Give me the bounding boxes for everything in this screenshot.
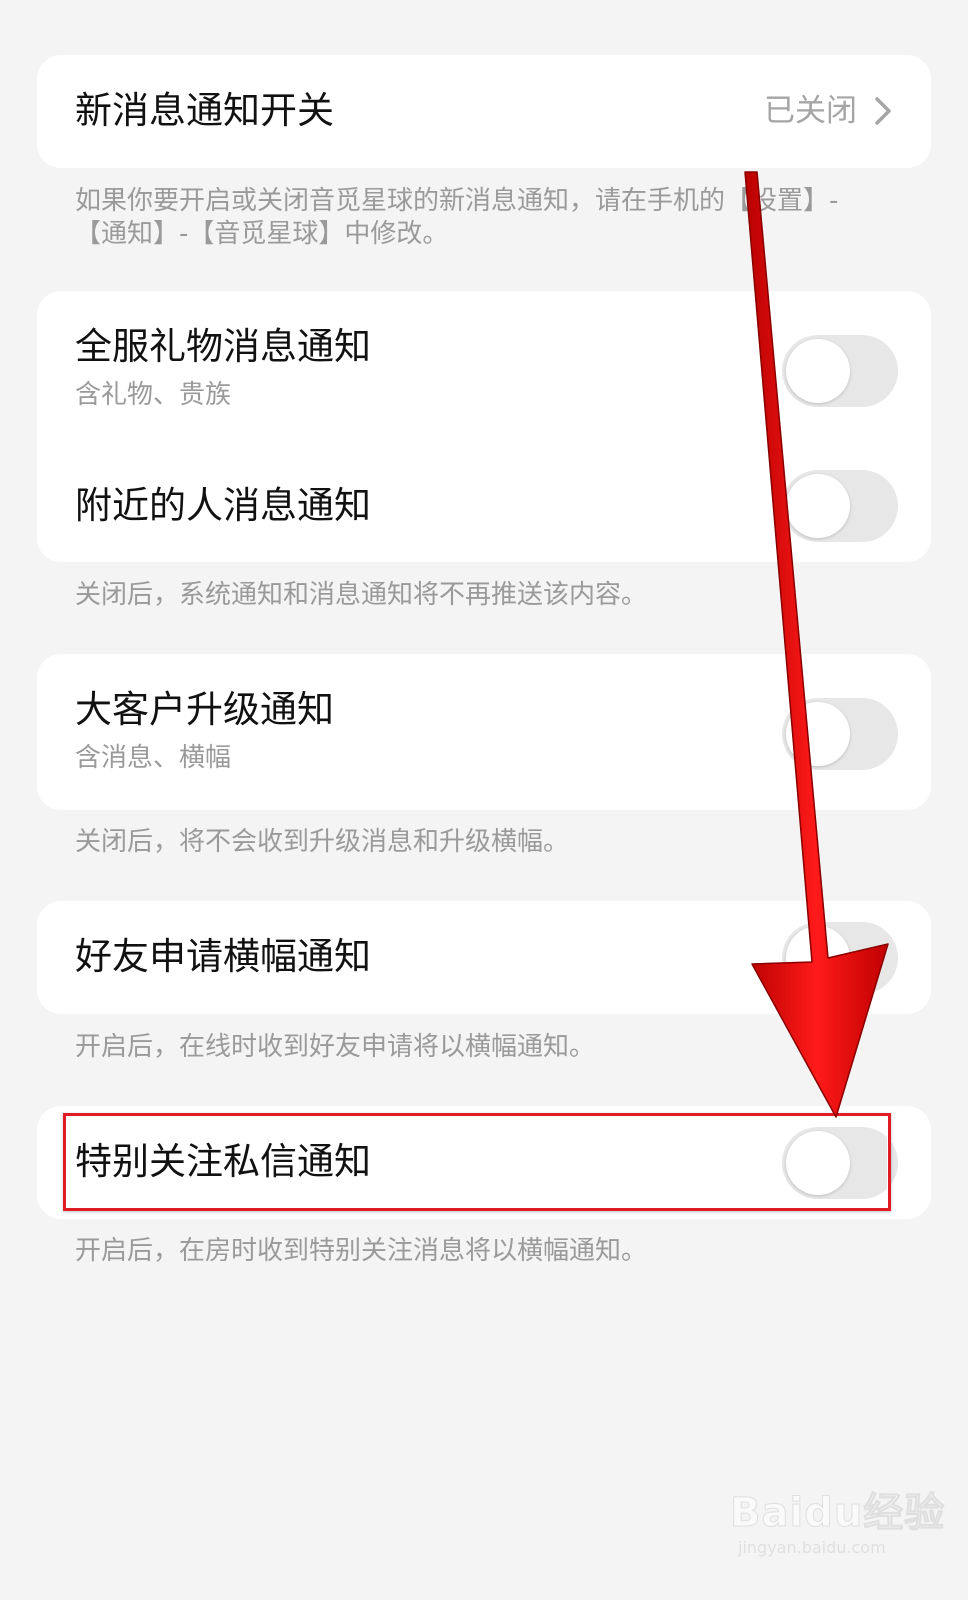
system-settings-note: 如果你要开启或关闭音觅星球的新消息通知，请在手机的【设置】-【通知】-【音觅星球… <box>75 186 839 249</box>
watermark-logo: Baidu经验 <box>729 1490 946 1537</box>
friend-request-note: 开启后，在线时收到好友申请将以横幅通知。 <box>75 1032 596 1062</box>
friend-request-card: 好友申请横幅通知 <box>37 901 931 1014</box>
new-message-notification-title: 新消息通知开关 <box>75 89 334 132</box>
list-item-gift-notification: 全服礼物消息通知 含礼物、贵族 <box>37 291 931 431</box>
toggle-knob <box>786 474 850 538</box>
toggle-knob <box>786 702 850 766</box>
toggle-knob <box>786 926 850 990</box>
new-message-notification-status: 已关闭 <box>764 93 857 129</box>
watermark-url: jingyan.baidu.com <box>738 1538 886 1557</box>
toggle-knob <box>786 1131 850 1195</box>
special-follow-card: 特别关注私信通知 <box>37 1106 931 1219</box>
upgrade-note: 关闭后，将不会收到升级消息和升级横幅。 <box>75 827 570 857</box>
nearby-notification-toggle[interactable] <box>782 470 898 542</box>
gift-nearby-card: 全服礼物消息通知 含礼物、贵族 附近的人消息通知 <box>37 291 931 562</box>
upgrade-notification-subtitle: 含消息、横幅 <box>75 743 232 773</box>
toggle-knob <box>786 339 850 403</box>
friend-request-notification-title: 好友申请横幅通知 <box>75 935 371 978</box>
special-follow-note: 开启后，在房时收到特别关注消息将以横幅通知。 <box>75 1236 648 1266</box>
special-follow-notification-title: 特别关注私信通知 <box>75 1140 371 1183</box>
upgrade-notification-title: 大客户升级通知 <box>75 688 334 731</box>
gift-nearby-note: 关闭后，系统通知和消息通知将不再推送该内容。 <box>75 580 648 610</box>
new-message-notification-row[interactable]: 新消息通知开关 已关闭 <box>37 55 931 168</box>
upgrade-notification-toggle[interactable] <box>782 698 898 770</box>
nearby-notification-title: 附近的人消息通知 <box>75 484 371 527</box>
baidu-jingyan-watermark: Baidu经验 jingyan.baidu.com <box>729 1470 950 1580</box>
gift-notification-toggle[interactable] <box>782 335 898 407</box>
list-item-special-follow-notification: 特别关注私信通知 <box>37 1106 931 1219</box>
new-message-notification-card: 新消息通知开关 已关闭 <box>37 55 931 168</box>
list-item-upgrade-notification: 大客户升级通知 含消息、横幅 <box>37 654 931 810</box>
special-follow-notification-toggle[interactable] <box>782 1127 898 1199</box>
chevron-right-icon <box>875 97 891 125</box>
gift-notification-title: 全服礼物消息通知 <box>75 325 371 368</box>
upgrade-card: 大客户升级通知 含消息、横幅 <box>37 654 931 810</box>
list-item-nearby-notification: 附近的人消息通知 <box>37 431 931 562</box>
list-item-friend-request-notification: 好友申请横幅通知 <box>37 901 931 1014</box>
friend-request-notification-toggle[interactable] <box>782 922 898 994</box>
gift-notification-subtitle: 含礼物、贵族 <box>75 380 232 410</box>
